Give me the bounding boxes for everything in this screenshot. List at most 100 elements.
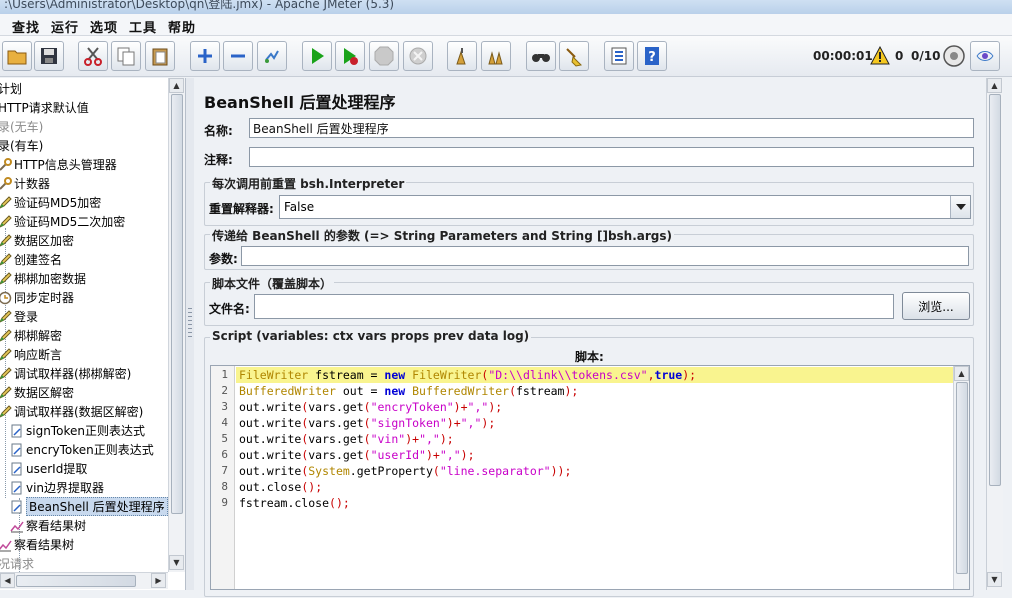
line-number: 6 xyxy=(221,448,228,461)
log-viewer-button[interactable] xyxy=(970,41,1000,71)
tree-item-label: signToken正则表达式 xyxy=(26,424,145,438)
save-button[interactable] xyxy=(34,41,64,71)
parameters-field[interactable] xyxy=(241,246,969,266)
code-line[interactable]: out.write(vars.get("encryToken")+","); xyxy=(239,399,502,415)
tree-item[interactable]: 梆梆解密 xyxy=(0,326,62,345)
menu-options[interactable]: 选项 xyxy=(90,17,118,36)
code-line[interactable]: out.write(vars.get("signToken")+","); xyxy=(239,415,495,431)
clear-icon xyxy=(456,48,466,65)
chevron-down-icon[interactable] xyxy=(950,196,970,218)
tree-item-label: encryToken正则表达式 xyxy=(26,443,154,457)
tree-item[interactable]: 验证码MD5二次加密 xyxy=(0,212,125,231)
start-button[interactable] xyxy=(302,41,332,71)
paste-button[interactable] xyxy=(145,41,175,71)
editor-vertical-scrollbar[interactable]: ▲ xyxy=(953,366,969,589)
tree-item[interactable]: encryToken正则表达式 xyxy=(10,440,154,459)
scroll-down-arrow-icon[interactable]: ▼ xyxy=(169,555,184,570)
pencil-icon xyxy=(0,347,12,362)
tree-hscroll-thumb[interactable] xyxy=(16,575,136,587)
clear-button[interactable] xyxy=(447,41,477,71)
tree-item[interactable]: 数据区解密 xyxy=(0,383,74,402)
collapse-button[interactable] xyxy=(223,41,253,71)
save-icon xyxy=(41,48,57,64)
tree-item[interactable]: 计划 xyxy=(0,79,22,98)
filename-field[interactable] xyxy=(254,294,894,319)
function-helper-button[interactable] xyxy=(604,41,634,71)
stop-button[interactable] xyxy=(369,41,399,71)
code-line[interactable]: fstream.close(); xyxy=(239,495,350,511)
shutdown-button[interactable] xyxy=(403,41,433,71)
scroll-left-arrow-icon[interactable]: ◀ xyxy=(0,573,15,588)
tree-item[interactable]: 同步定时器 xyxy=(0,288,74,307)
cut-button[interactable] xyxy=(78,41,108,71)
scroll-down-arrow-icon[interactable]: ▼ xyxy=(987,572,1002,587)
tree-item[interactable]: 察看结果树 xyxy=(0,535,74,554)
tree-item[interactable]: 调试取样器(数据区解密) xyxy=(0,402,143,421)
tree-item[interactable]: vin边界提取器 xyxy=(10,478,104,497)
line-number: 1 xyxy=(221,368,228,381)
menu-help[interactable]: 帮助 xyxy=(168,17,196,36)
tree-scroll-thumb[interactable] xyxy=(171,94,183,514)
tree-item[interactable]: 创建签名 xyxy=(0,250,62,269)
name-field[interactable]: BeanShell 后置处理程序 xyxy=(249,118,974,138)
tree-item[interactable]: userId提取 xyxy=(10,459,87,478)
tree-item[interactable]: signToken正则表达式 xyxy=(10,421,145,440)
tree-item[interactable]: 察看结果树 xyxy=(10,516,86,535)
tree-item-label: 计数器 xyxy=(14,177,51,191)
scroll-right-arrow-icon[interactable]: ▶ xyxy=(151,573,166,588)
test-plan-tree[interactable]: 计划 HTTP请求默认值录(无车) 录(有车) HTTP信息头管理器计数器验证码MD5… xyxy=(0,78,186,590)
open-button[interactable] xyxy=(2,41,32,71)
tree-item[interactable]: 计数器 xyxy=(0,174,50,193)
tree-item-label: 录(有车) xyxy=(0,139,44,153)
code-line[interactable]: out.close(); xyxy=(239,479,322,495)
tree-item[interactable]: HTTP请求默认值 xyxy=(0,98,89,117)
tree-vertical-scrollbar[interactable]: ▲ ▼ xyxy=(168,78,185,572)
toggle-button[interactable] xyxy=(257,41,287,71)
tree-item[interactable]: 调试取样器(梆梆解密) xyxy=(0,364,131,383)
tree-item[interactable]: 梆梆加密数据 xyxy=(0,269,86,288)
browse-button[interactable]: 浏览... xyxy=(902,292,970,320)
code-line[interactable]: FileWriter fstream = new FileWriter("D:\… xyxy=(239,367,696,383)
panel-vertical-scrollbar[interactable]: ▲ ▼ xyxy=(986,78,1003,590)
code-line[interactable]: out.write(vars.get("vin")+","); xyxy=(239,431,454,447)
scroll-up-arrow-icon[interactable]: ▲ xyxy=(987,78,1002,93)
tree-item-selected[interactable]: BeanShell 后置处理程序 xyxy=(10,497,168,516)
tree-item[interactable]: 况请求 xyxy=(0,554,34,572)
chart-icon xyxy=(0,538,12,552)
reset-interpreter-select[interactable]: False xyxy=(279,195,971,219)
copy-button[interactable] xyxy=(111,41,141,71)
menu-search[interactable]: 查找 xyxy=(12,17,40,36)
expand-button[interactable] xyxy=(190,41,220,71)
code-line[interactable]: BufferedWriter out = new BufferedWriter(… xyxy=(239,383,578,399)
start-icon xyxy=(312,48,324,64)
menu-run[interactable]: 运行 xyxy=(51,17,79,36)
line-number: 5 xyxy=(221,432,228,445)
split-pane-divider[interactable] xyxy=(186,78,194,590)
help-button[interactable]: ? xyxy=(637,41,667,71)
script-editor[interactable]: 1 2 3 4 5 6 7 8 9 FileWriter fstream = new FileW… xyxy=(210,365,970,590)
start-no-pause-button[interactable] xyxy=(335,41,365,71)
panel-scroll-thumb[interactable] xyxy=(989,94,1001,486)
elapsed-time: 00:00:01 xyxy=(813,49,873,63)
reset-search-button[interactable] xyxy=(559,41,589,71)
chart-icon xyxy=(10,519,24,533)
tree-item[interactable]: 录(无车) xyxy=(0,117,43,136)
clear-all-button[interactable] xyxy=(481,41,511,71)
pencil-icon xyxy=(0,328,12,343)
code-line[interactable]: out.write(System.getProperty("line.separ… xyxy=(239,463,571,479)
tree-item[interactable]: 数据区加密 xyxy=(0,231,74,250)
menu-tools[interactable]: 工具 xyxy=(129,17,157,36)
tree-item-label: HTTP请求默认值 xyxy=(0,101,89,115)
tree-item[interactable]: 登录 xyxy=(0,307,38,326)
comment-field[interactable] xyxy=(249,147,974,167)
tree-item[interactable]: HTTP信息头管理器 xyxy=(0,155,117,174)
tree-horizontal-scrollbar[interactable]: ◀ ▶ xyxy=(0,572,168,589)
search-button[interactable] xyxy=(526,41,556,71)
editor-scroll-thumb[interactable] xyxy=(956,382,968,574)
tree-item[interactable]: 响应断言 xyxy=(0,345,62,364)
scroll-up-arrow-icon[interactable]: ▲ xyxy=(169,78,184,93)
code-line[interactable]: out.write(vars.get("userId")+","); xyxy=(239,447,475,463)
scroll-up-arrow-icon[interactable]: ▲ xyxy=(954,366,969,381)
tree-item[interactable]: 验证码MD5加密 xyxy=(0,193,101,212)
tree-item[interactable]: 录(有车) xyxy=(0,136,43,155)
